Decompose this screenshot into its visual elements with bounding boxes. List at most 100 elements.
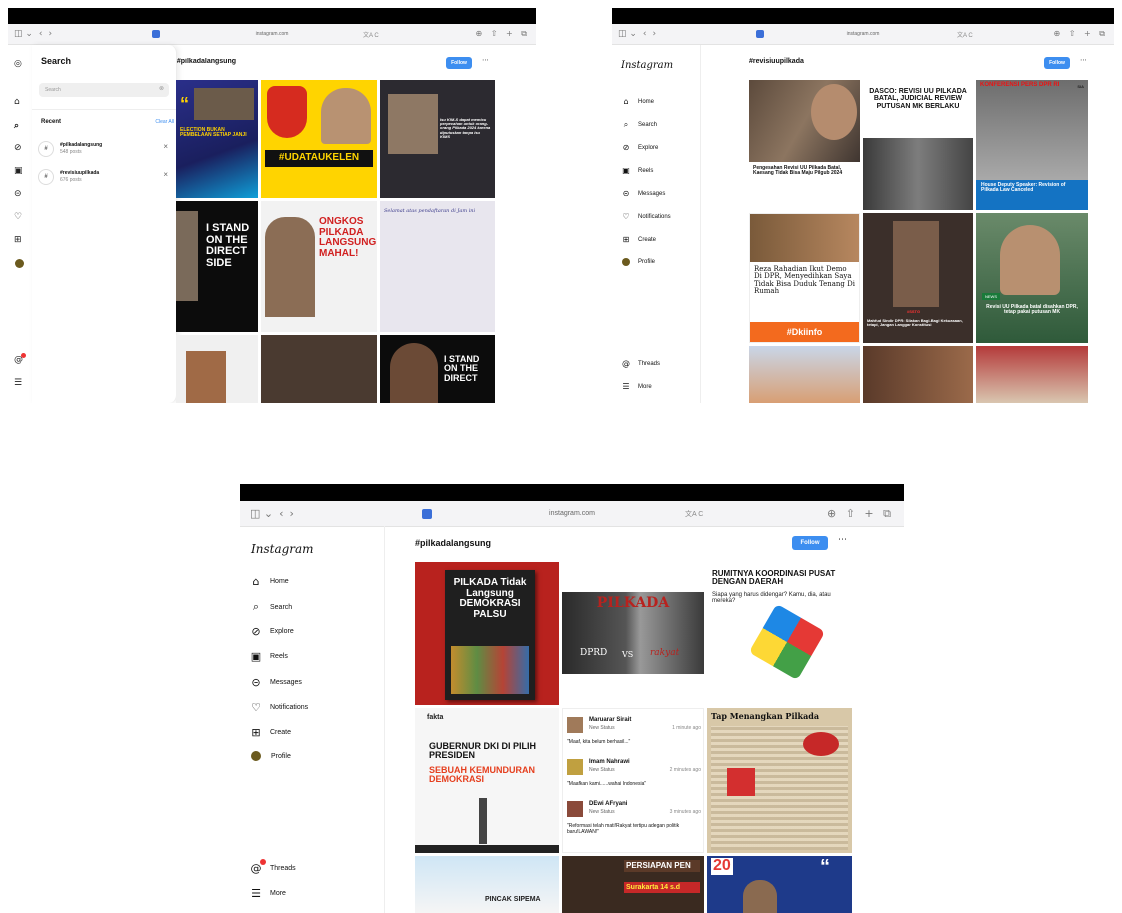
- reels-icon[interactable]: ▣: [14, 166, 23, 176]
- post-tile[interactable]: [863, 346, 973, 403]
- forward-icon[interactable]: ›: [49, 29, 53, 39]
- threads-icon: @: [622, 359, 630, 368]
- post-tile[interactable]: NEWS Revisi UU Pilkada batal disahkan DP…: [976, 213, 1088, 343]
- post-tile[interactable]: I STAND ON THE DIRECT SIDE: [176, 201, 258, 332]
- more-options-icon[interactable]: ⋯: [1080, 56, 1087, 64]
- back-icon[interactable]: ‹: [643, 29, 647, 39]
- clear-input-icon[interactable]: ⊗: [159, 85, 164, 92]
- toolbar-actions[interactable]: ⊕ ⇧ + ⧉: [476, 29, 530, 39]
- instagram-icon[interactable]: ◎: [14, 59, 22, 69]
- messages-icon[interactable]: ⊝: [14, 189, 22, 199]
- post-tile[interactable]: Isu KIM-S dapat memicu perpecahan untuk …: [380, 80, 495, 198]
- nav-home[interactable]: ⌂ Home: [250, 575, 289, 588]
- instagram-logo[interactable]: Instagram: [251, 542, 314, 556]
- forward-icon[interactable]: ›: [290, 507, 294, 520]
- garuda-logo: [267, 86, 307, 138]
- instagram-logo[interactable]: Instagram: [621, 60, 673, 71]
- nav-threads[interactable]: @ Threads: [620, 359, 660, 368]
- search-icon[interactable]: ⌕: [14, 121, 19, 131]
- nav-search[interactable]: ⌕ Search: [620, 120, 657, 130]
- nav-messages[interactable]: ⊝ Messages: [620, 189, 666, 198]
- monument-image: [479, 798, 487, 844]
- follow-button[interactable]: Follow: [1044, 57, 1070, 69]
- search-input[interactable]: Search ⊗: [39, 83, 169, 97]
- post-tile[interactable]: KONFERENSI PERS DPR RI SIA House Deputy …: [976, 80, 1088, 210]
- nav-more[interactable]: ☰ More: [620, 382, 651, 391]
- home-icon[interactable]: ⌂: [14, 97, 20, 107]
- more-icon[interactable]: ☰: [14, 378, 22, 388]
- more-options-icon[interactable]: ⋯: [482, 56, 489, 64]
- post-tile[interactable]: I STAND ON THE DIRECT: [380, 335, 495, 403]
- profile-avatar[interactable]: [15, 259, 24, 268]
- tab-favicon[interactable]: [422, 508, 432, 519]
- recent-item[interactable]: # #revisiuupilkada 676 posts ×: [38, 167, 172, 187]
- nav-profile[interactable]: Profile: [620, 258, 655, 266]
- tile-label-vs: VS: [622, 650, 634, 659]
- back-icon[interactable]: ‹: [39, 29, 43, 39]
- post-tile[interactable]: fakta GUBERNUR DKI DI PILIH PRESIDEN SEB…: [415, 708, 559, 853]
- more-options-icon[interactable]: ⋯: [838, 535, 847, 545]
- post-tile[interactable]: RUMITNYA KOORDINASI PUSAT DENGAN DAERAH …: [707, 562, 852, 705]
- explore-icon[interactable]: ⊘: [14, 143, 22, 153]
- translate-icon[interactable]: 文A C: [957, 30, 973, 39]
- recent-item[interactable]: # #pilkadalangsung 548 posts ×: [38, 139, 172, 159]
- forward-icon[interactable]: ›: [653, 29, 657, 39]
- address-bar[interactable]: instagram.com: [256, 31, 289, 37]
- nav-search[interactable]: ⌕ Search: [250, 600, 292, 614]
- post-tile[interactable]: [976, 346, 1088, 403]
- post-tile[interactable]: [176, 335, 258, 403]
- nav-notifications[interactable]: ♡ Notifications: [250, 701, 308, 714]
- post-tile[interactable]: PILKADA DPRD VS rakyat: [562, 562, 704, 705]
- post-tile[interactable]: Reza Rahadian Ikut Demo Di DPR, Menyedih…: [749, 213, 860, 343]
- toolbar-actions[interactable]: ⊕ ⇧ + ⧉: [1054, 29, 1108, 39]
- post-tile[interactable]: Selamat atas pendaftaran di Jam ini: [380, 201, 495, 332]
- post-tile[interactable]: #SSTG Mahfud Sindir DPR: Silakan Bagi-Ba…: [863, 213, 973, 343]
- hashtag-title: #pilkadalangsung: [176, 58, 236, 65]
- notifications-icon[interactable]: ♡: [14, 212, 22, 222]
- nav-reels[interactable]: ▣ Reels: [620, 166, 653, 175]
- address-bar[interactable]: instagram.com: [549, 510, 595, 517]
- post-tile[interactable]: PERSIAPAN PEN Surakarta 14 s.d: [562, 856, 704, 913]
- nav-messages[interactable]: ⊝ Messages: [250, 676, 302, 689]
- remove-recent-icon[interactable]: ×: [163, 170, 168, 179]
- create-icon[interactable]: ⊞: [14, 235, 22, 245]
- nav-explore[interactable]: ⊘ Explore: [620, 143, 659, 152]
- tab-favicon[interactable]: [756, 30, 764, 38]
- translate-icon[interactable]: 文A C: [363, 30, 379, 39]
- post-tile[interactable]: PILKADA Tidak Langsung DEMOKRASI PALSU: [415, 562, 559, 705]
- back-icon[interactable]: ‹: [279, 507, 283, 520]
- translate-icon[interactable]: 文A C: [685, 509, 703, 519]
- sidebar-toggle-icon[interactable]: ◫ ⌄: [250, 507, 273, 520]
- nav-notifications[interactable]: ♡ Notifications: [620, 212, 670, 221]
- follow-button[interactable]: Follow: [446, 57, 472, 69]
- sidebar-toggle-icon[interactable]: ◫ ⌄: [14, 29, 33, 39]
- sidebar-toggle-icon[interactable]: ◫ ⌄: [618, 29, 637, 39]
- nav-reels[interactable]: ▣ Reels: [250, 650, 288, 663]
- nav-home[interactable]: ⌂ Home: [620, 97, 654, 106]
- clear-all-link[interactable]: Clear All: [155, 119, 174, 125]
- post-tile[interactable]: Maruarar Sirait New Status 1 minute ago …: [562, 708, 704, 853]
- news-badge: NEWS: [982, 293, 1000, 300]
- address-bar[interactable]: instagram.com: [847, 31, 880, 37]
- nav-threads[interactable]: @ Threads: [250, 862, 296, 875]
- post-tile[interactable]: Pengesahan Revisi UU Pilkada Batal, Kaes…: [749, 80, 860, 210]
- post-tile[interactable]: PINCAK SIPEMA: [415, 856, 559, 913]
- post-tile[interactable]: [261, 335, 377, 403]
- post-tile[interactable]: #UDATAUKELEN: [261, 80, 377, 198]
- post-tile[interactable]: [749, 346, 860, 403]
- nav-explore[interactable]: ⊘ Explore: [250, 625, 293, 638]
- post-tile[interactable]: “ ELECTION BUKAN PEMBELAAN SETIAP JANJI: [176, 80, 258, 198]
- tab-favicon[interactable]: [152, 30, 160, 38]
- follow-button[interactable]: Follow: [792, 536, 828, 550]
- nav-profile[interactable]: Profile: [250, 751, 291, 761]
- nav-create[interactable]: ⊞ Create: [620, 235, 656, 244]
- post-tile[interactable]: Tap Menangkan Pilkada: [707, 708, 852, 853]
- nav-more[interactable]: ☰ More: [250, 887, 286, 900]
- post-tile[interactable]: ONGKOS PILKADA LANGSUNG MAHAL!: [261, 201, 377, 332]
- post-tile[interactable]: DASCO: REVISI UU PILKADA BATAL, JUDICIAL…: [863, 80, 973, 210]
- tile-image: [194, 88, 254, 120]
- toolbar-actions[interactable]: ⊕ ⇧ + ⧉: [827, 507, 894, 521]
- post-tile[interactable]: 20 “: [707, 856, 852, 913]
- remove-recent-icon[interactable]: ×: [163, 142, 168, 151]
- nav-create[interactable]: ⊞ Create: [250, 726, 291, 739]
